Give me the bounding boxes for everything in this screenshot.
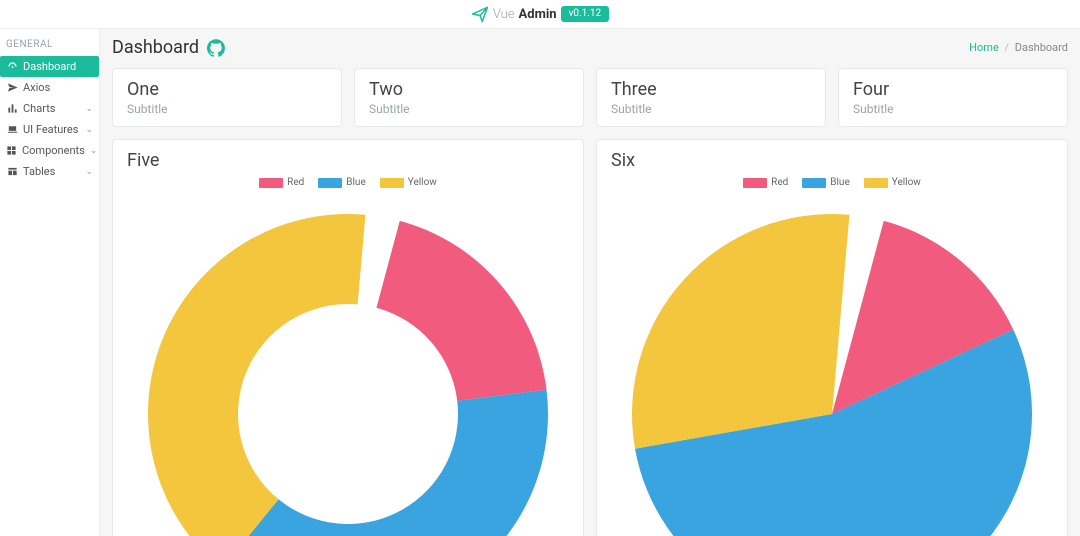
legend-item-blue[interactable]: Blue [802, 177, 849, 188]
send-icon [6, 82, 18, 93]
legend-label: Red [771, 177, 788, 188]
stat-cards-row: One Subtitle Two Subtitle Three Subtitle… [112, 68, 1068, 127]
stat-card-two: Two Subtitle [354, 68, 584, 127]
github-icon[interactable] [207, 39, 225, 57]
sidebar-item-label: Axios [23, 81, 50, 94]
chart-slice[interactable] [376, 221, 546, 401]
sidebar-section-label: GENERAL [0, 29, 99, 56]
page-title-wrap: Dashboard [112, 37, 225, 58]
sidebar-item-charts[interactable]: Charts ⌄ [0, 98, 99, 119]
sidebar-item-tables[interactable]: Tables ⌄ [0, 161, 99, 182]
card-title: Six [611, 150, 1053, 171]
chart-legend: Red Blue Yellow [611, 177, 1053, 188]
chart-holder [127, 194, 569, 536]
paper-plane-icon [471, 5, 489, 23]
legend-label: Yellow [408, 177, 437, 188]
stat-card-four: Four Subtitle [838, 68, 1068, 127]
chart-slice[interactable] [148, 214, 365, 536]
legend-label: Red [287, 177, 304, 188]
chevron-down-icon: ⌄ [85, 167, 93, 177]
card-subtitle: Subtitle [853, 102, 1053, 116]
legend-label: Blue [346, 177, 365, 188]
legend-label: Yellow [892, 177, 921, 188]
dashboard-icon [6, 61, 18, 72]
doughnut-chart [128, 194, 568, 536]
breadcrumb-current: Dashboard [1015, 41, 1068, 54]
brand-second: Admin [519, 7, 557, 22]
sidebar-item-components[interactable]: Components ⌄ [0, 140, 99, 161]
sidebar-item-label: Components [22, 144, 85, 157]
topbar: Vue Admin v0.1.12 [0, 0, 1080, 29]
card-title: Three [611, 79, 811, 100]
grid-icon [6, 145, 17, 156]
legend-swatch [380, 178, 404, 188]
sidebar-item-axios[interactable]: Axios [0, 77, 99, 98]
card-title: One [127, 79, 327, 100]
legend-swatch [318, 178, 342, 188]
sidebar-item-label: UI Features [23, 123, 78, 136]
main: Dashboard Home / Dashboard One Subtitle … [100, 29, 1080, 536]
card-title: Four [853, 79, 1053, 100]
bar-chart-icon [6, 103, 18, 114]
chart-legend: Red Blue Yellow [127, 177, 569, 188]
legend-label: Blue [830, 177, 849, 188]
shell: GENERAL Dashboard Axios Charts ⌄ UI Fea [0, 29, 1080, 536]
pie-chart [612, 194, 1052, 536]
sidebar: GENERAL Dashboard Axios Charts ⌄ UI Fea [0, 29, 100, 536]
card-title: Five [127, 150, 569, 171]
card-subtitle: Subtitle [369, 102, 569, 116]
legend-swatch [802, 178, 826, 188]
page-header: Dashboard Home / Dashboard [112, 37, 1068, 58]
chart-slice[interactable] [222, 390, 548, 536]
brand-text: Vue Admin [493, 7, 557, 22]
chart-holder [611, 194, 1053, 536]
legend-item-red[interactable]: Red [743, 177, 788, 188]
sidebar-item-label: Charts [23, 102, 55, 115]
legend-item-red[interactable]: Red [259, 177, 304, 188]
card-subtitle: Subtitle [127, 102, 327, 116]
version-badge[interactable]: v0.1.12 [561, 6, 610, 22]
chart-card-six: Six Red Blue Yellow [596, 139, 1068, 536]
stat-card-three: Three Subtitle [596, 68, 826, 127]
card-title: Two [369, 79, 569, 100]
legend-swatch [864, 178, 888, 188]
legend-item-yellow[interactable]: Yellow [864, 177, 921, 188]
chevron-down-icon: ⌄ [85, 125, 93, 135]
sidebar-item-ui-features[interactable]: UI Features ⌄ [0, 119, 99, 140]
chevron-down-icon: ⌄ [90, 146, 98, 156]
sidebar-item-label: Dashboard [23, 60, 76, 73]
breadcrumbs: Home / Dashboard [969, 41, 1068, 54]
card-subtitle: Subtitle [611, 102, 811, 116]
chevron-down-icon: ⌄ [85, 104, 93, 114]
sidebar-item-dashboard[interactable]: Dashboard [0, 56, 99, 77]
breadcrumb-home[interactable]: Home [969, 41, 999, 54]
legend-swatch [743, 178, 767, 188]
chart-slice[interactable] [632, 214, 849, 449]
table-icon [6, 166, 18, 177]
legend-item-yellow[interactable]: Yellow [380, 177, 437, 188]
laptop-icon [6, 124, 18, 135]
sidebar-item-label: Tables [23, 165, 55, 178]
chart-cards-row: Five Red Blue Yellow Six Red Blue Yellow [112, 139, 1068, 536]
stat-card-one: One Subtitle [112, 68, 342, 127]
legend-swatch [259, 178, 283, 188]
page-title: Dashboard [112, 37, 199, 58]
chart-card-five: Five Red Blue Yellow [112, 139, 584, 536]
brand-first: Vue [493, 7, 515, 22]
legend-item-blue[interactable]: Blue [318, 177, 365, 188]
breadcrumb-sep: / [1002, 41, 1013, 54]
